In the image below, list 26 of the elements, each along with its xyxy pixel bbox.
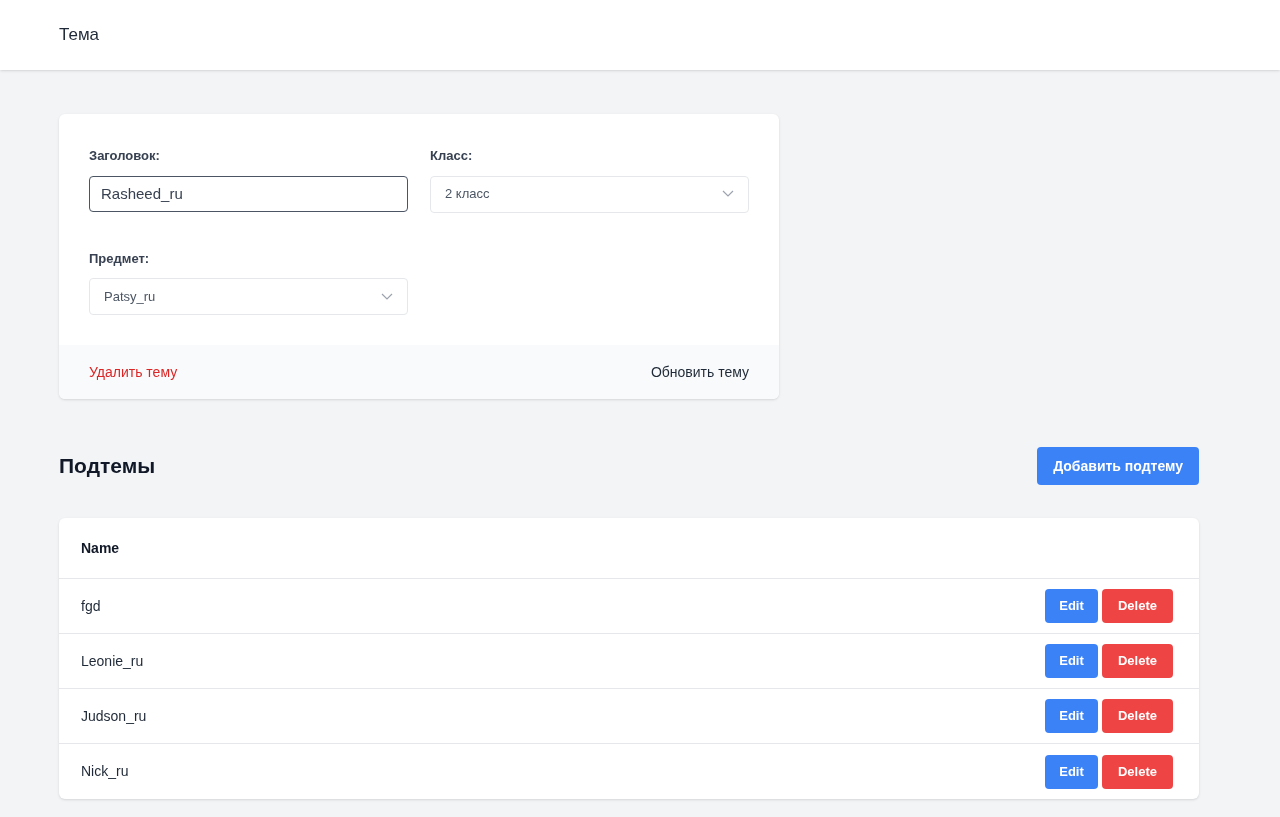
- table-cell-text: Leonie_ru: [81, 651, 144, 671]
- edit-button[interactable]: Edit: [1045, 754, 1098, 789]
- update-topic-link[interactable]: Обновить тему: [650, 361, 749, 383]
- table-cell-text: Judson_ru: [81, 706, 147, 726]
- edit-button[interactable]: Edit: [1045, 589, 1098, 623]
- delete-button[interactable]: Delete: [1102, 644, 1173, 678]
- select-field[interactable]: Patsy_ru: [89, 278, 408, 315]
- delete-topic-link[interactable]: Удалить тему: [89, 361, 178, 383]
- page-title: Тема: [59, 24, 100, 47]
- chevron-down-icon: [722, 190, 734, 198]
- section-heading: Подтемы: [59, 453, 156, 480]
- field-label: Предмет:: [89, 249, 151, 268]
- delete-button[interactable]: Delete: [1102, 589, 1173, 623]
- select-field[interactable]: 2 класс: [430, 175, 749, 213]
- table-cell-text: fgd: [81, 596, 101, 616]
- column-header: Name: [81, 538, 120, 558]
- add-subtopic-button[interactable]: Добавить подтему: [1037, 447, 1199, 485]
- chevron-down-icon: [381, 292, 393, 301]
- table-cell-text: Nick_ru: [81, 762, 129, 781]
- edit-button[interactable]: Edit: [1045, 699, 1098, 733]
- field-label: Заголовок:: [89, 147, 161, 165]
- field-label: Класс:: [430, 147, 474, 165]
- delete-button[interactable]: Delete: [1102, 699, 1173, 733]
- delete-button[interactable]: Delete: [1102, 754, 1173, 789]
- edit-button[interactable]: Edit: [1045, 644, 1098, 678]
- title-input[interactable]: Rasheed_ru: [89, 175, 408, 212]
